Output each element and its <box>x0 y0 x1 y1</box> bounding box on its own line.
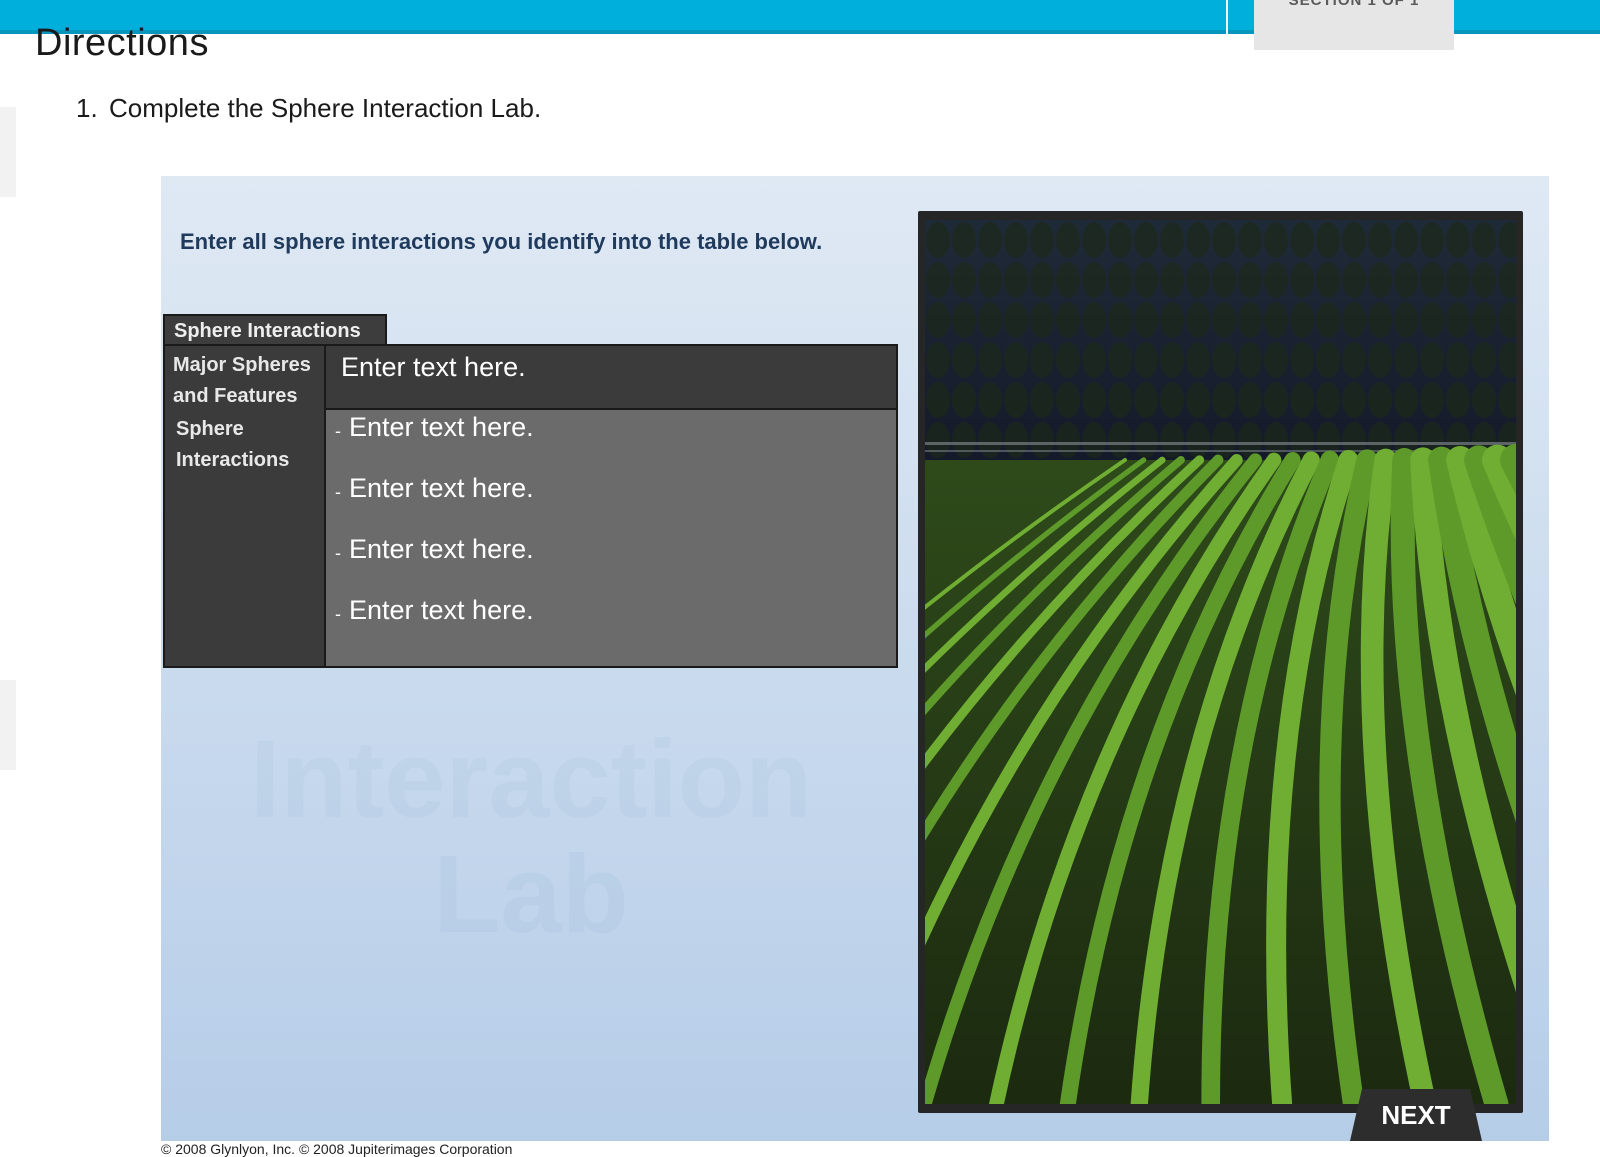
interaction-entry-2[interactable]: - Enter text here. <box>326 473 896 534</box>
entry-text: Enter text here. <box>349 473 534 503</box>
lab-prompt: Enter all sphere interactions you identi… <box>180 229 823 254</box>
row-label-line: Sphere <box>176 418 244 440</box>
section-tab[interactable]: SECTION 1 OF 1 <box>1254 0 1454 50</box>
bullet-dash: - <box>335 604 341 624</box>
interaction-entry-3[interactable]: - Enter text here. <box>326 534 896 595</box>
entry-text: Enter text here. <box>349 595 534 625</box>
step-number: 1. <box>76 93 98 123</box>
row-label-line: and Features <box>173 385 298 407</box>
sphere-interaction-lab: Interaction Lab Enter all sphere interac… <box>161 176 1549 1141</box>
sphere-interactions-list: - Enter text here. - Enter text here. - Ent… <box>324 410 896 666</box>
row-label-line: Interactions <box>176 449 290 471</box>
row-label-major-spheres: Major Spheres and Features <box>165 346 324 410</box>
entry-text: Enter text here. <box>349 534 534 564</box>
page-title: Directions <box>35 22 209 64</box>
row-label-line: Major Spheres <box>173 354 311 376</box>
major-spheres-input[interactable]: Enter text here. <box>324 346 896 410</box>
entry-text: Enter text here. <box>349 412 534 442</box>
bullet-dash: - <box>335 421 341 441</box>
copyright-text: © 2008 Glynlyon, Inc. © 2008 Jupiterimag… <box>161 1141 513 1157</box>
sphere-interactions-table: Major Spheres and Features Enter text he… <box>163 344 898 668</box>
left-edge-tab <box>0 107 16 197</box>
next-button[interactable]: NEXT <box>1350 1089 1482 1141</box>
lab-watermark-line-1: Interaction <box>249 718 813 841</box>
interaction-entry-1[interactable]: - Enter text here. <box>326 412 896 473</box>
interaction-entry-4[interactable]: - Enter text here. <box>326 595 896 656</box>
bullet-dash: - <box>335 482 341 502</box>
top-bar-divider <box>1226 0 1228 34</box>
row-label-sphere-interactions: Sphere Interactions <box>165 410 324 666</box>
bullet-dash: - <box>335 543 341 563</box>
field-photo-frame <box>918 211 1523 1113</box>
table-tab: Sphere Interactions <box>163 314 387 346</box>
step-text: Complete the Sphere Interaction Lab. <box>109 93 542 123</box>
crop-field-image <box>925 220 1516 1104</box>
instruction-step: 1. Complete the Sphere Interaction Lab. <box>76 93 541 124</box>
lab-watermark-line-2: Lab <box>433 833 629 956</box>
left-edge-tab <box>0 680 16 770</box>
crop-field-photo <box>925 220 1516 1104</box>
